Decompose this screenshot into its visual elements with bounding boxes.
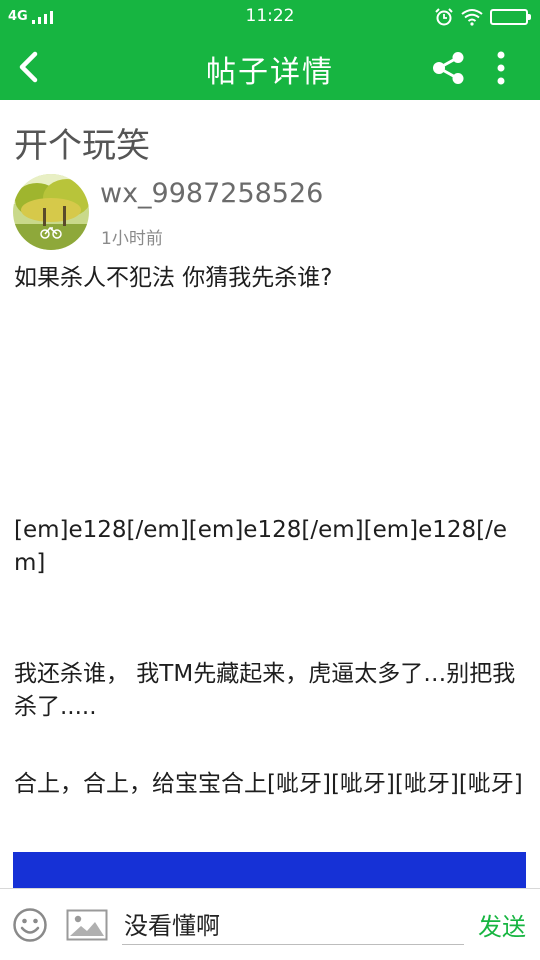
back-button[interactable]	[10, 48, 46, 86]
post-time: 1小时前	[101, 229, 163, 249]
more-options-button[interactable]	[486, 48, 516, 88]
top-bar: 帖子详情	[0, 34, 540, 100]
post-paragraph: 合上，合上，给宝宝合上[呲牙][呲牙][呲牙][呲牙]	[14, 771, 523, 797]
share-icon	[433, 52, 464, 84]
emoji-icon[interactable]	[12, 907, 48, 943]
post-title: 开个玩笑	[14, 126, 150, 166]
comment-input[interactable]	[122, 903, 464, 945]
status-time: 11:22	[245, 6, 295, 26]
comment-bar: 发送	[0, 888, 540, 960]
wifi-icon	[461, 9, 483, 26]
avatar[interactable]	[13, 174, 89, 250]
author-name[interactable]: wx_9987258526	[100, 178, 323, 209]
share-button[interactable]	[428, 50, 468, 86]
back-icon	[19, 51, 38, 83]
alarm-icon	[435, 8, 453, 26]
status-bar: 4G 11:22	[0, 0, 540, 34]
post-paragraph: [em]e128[/em][em]e128[/em][em]e128[/em]	[14, 517, 508, 576]
post-paragraph: 我还杀谁， 我TM先藏起来，虎逼太多了…别把我杀了.....	[14, 661, 516, 720]
send-button[interactable]: 发送	[478, 907, 526, 942]
post-paragraph: 如果杀人不犯法 你猜我先杀谁?	[14, 265, 333, 291]
more-icon	[497, 51, 505, 85]
image-icon[interactable]	[66, 909, 108, 941]
post-content: 开个玩笑 wx_9987258526 1小时前 如果杀人不犯法 你猜我先杀谁? …	[0, 100, 540, 888]
avatar-image	[13, 174, 89, 250]
post-image[interactable]	[13, 852, 526, 888]
battery-icon	[490, 9, 531, 25]
